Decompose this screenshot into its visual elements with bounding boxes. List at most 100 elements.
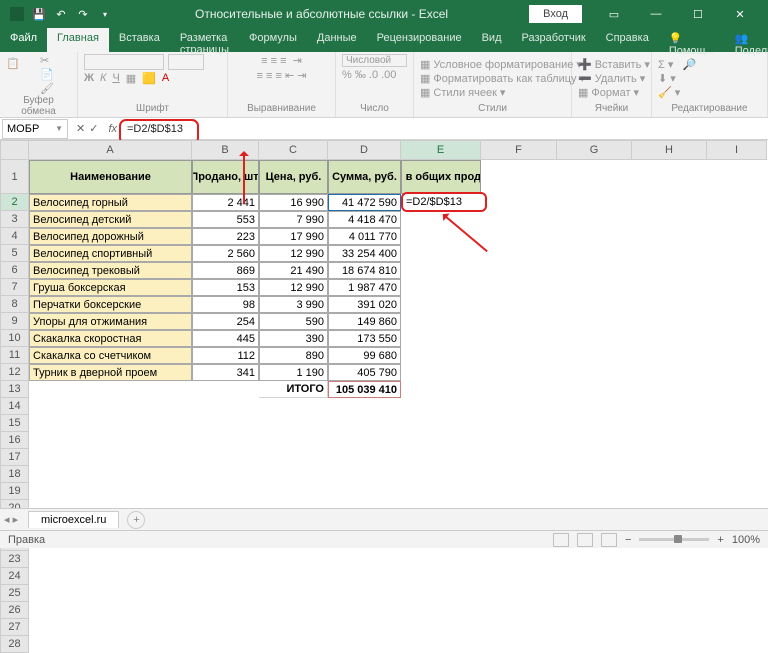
cell-sold[interactable]: 153	[192, 279, 259, 296]
cell-price[interactable]: 21 490	[259, 262, 328, 279]
cell-price[interactable]: 12 990	[259, 245, 328, 262]
row-header-1[interactable]: 1	[0, 160, 29, 194]
header-sold[interactable]: Продано, шт.	[192, 160, 259, 194]
autosum[interactable]: Σ ▾ 🔎	[658, 58, 696, 71]
undo-icon[interactable]: ↶	[52, 5, 70, 23]
row-header-5[interactable]: 5	[0, 245, 29, 262]
share-button[interactable]: 👥 Поделиться	[725, 28, 768, 52]
row-header-17[interactable]: 17	[0, 449, 29, 466]
col-header-F[interactable]: F	[481, 140, 557, 160]
formula-input[interactable]: =D2/$D$13	[121, 123, 768, 135]
cell-sum[interactable]: 405 790	[328, 364, 401, 381]
col-header-C[interactable]: C	[259, 140, 328, 160]
cell-sum[interactable]: 33 254 400	[328, 245, 401, 262]
row-header-7[interactable]: 7	[0, 279, 29, 296]
cell-sold[interactable]: 254	[192, 313, 259, 330]
clear[interactable]: 🧹 ▾	[658, 86, 696, 99]
cell-price[interactable]: 7 990	[259, 211, 328, 228]
tab-formulas[interactable]: Формулы	[239, 28, 307, 52]
cell-name[interactable]: Турник в дверной проем	[29, 364, 192, 381]
cell-name[interactable]: Скакалка скоростная	[29, 330, 192, 347]
delete-cells[interactable]: ➖ Удалить ▾	[578, 72, 650, 85]
tab-layout[interactable]: Разметка страницы	[170, 28, 239, 52]
tab-view[interactable]: Вид	[472, 28, 512, 52]
cell-price[interactable]: 590	[259, 313, 328, 330]
col-header-G[interactable]: G	[557, 140, 632, 160]
cell-sum[interactable]: 18 674 810	[328, 262, 401, 279]
total-value[interactable]: 105 039 410	[328, 381, 401, 398]
cancel-formula-icon[interactable]: ✕	[76, 122, 85, 135]
view-normal-icon[interactable]	[553, 533, 569, 547]
view-layout-icon[interactable]	[577, 533, 593, 547]
cell-price[interactable]: 3 990	[259, 296, 328, 313]
fill[interactable]: ⬇ ▾	[658, 72, 696, 85]
fill-color-icon[interactable]: 🟨	[142, 72, 156, 85]
redo-icon[interactable]: ↷	[74, 5, 92, 23]
tab-data[interactable]: Данные	[307, 28, 367, 52]
minimize-icon[interactable]: —	[636, 0, 676, 28]
name-box[interactable]: МОБР▼	[2, 119, 68, 139]
cell-price[interactable]: 890	[259, 347, 328, 364]
zoom-out[interactable]: −	[625, 534, 631, 546]
header-sum[interactable]: Сумма, руб.	[328, 160, 401, 194]
tab-home[interactable]: Главная	[47, 28, 109, 52]
tab-review[interactable]: Рецензирование	[367, 28, 472, 52]
cell-name[interactable]: Упоры для отжимания	[29, 313, 192, 330]
header-price[interactable]: Цена, руб.	[259, 160, 328, 194]
row-header-6[interactable]: 6	[0, 262, 29, 279]
insert-cells[interactable]: ➕ Вставить ▾	[578, 58, 650, 71]
row-header-11[interactable]: 11	[0, 347, 29, 364]
number-format-select[interactable]: Числовой	[342, 54, 407, 67]
ribbon-options-icon[interactable]: ▭	[594, 0, 634, 28]
header-share[interactable]: Доля в общих продажах	[401, 160, 481, 194]
conditional-formatting[interactable]: ▦ Условное форматирование ▾	[420, 58, 585, 71]
row-header-13[interactable]: 13	[0, 381, 29, 398]
total-label[interactable]: ИТОГО	[259, 381, 328, 398]
cell-sold[interactable]: 445	[192, 330, 259, 347]
enter-formula-icon[interactable]: ✓	[89, 122, 98, 135]
row-header-9[interactable]: 9	[0, 313, 29, 330]
cell-sum[interactable]: 149 860	[328, 313, 401, 330]
cell-sum[interactable]: 4 418 470	[328, 211, 401, 228]
col-header-D[interactable]: D	[328, 140, 401, 160]
tab-help[interactable]: Справка	[596, 28, 659, 52]
tab-file[interactable]: Файл	[0, 28, 47, 52]
format-as-table[interactable]: ▦ Форматировать как таблицу ▾	[420, 72, 585, 85]
row-header-4[interactable]: 4	[0, 228, 29, 245]
cell-sold[interactable]: 112	[192, 347, 259, 364]
col-header-A[interactable]: A	[29, 140, 192, 160]
sheet-tab-active[interactable]: microexcel.ru	[28, 511, 119, 528]
cell-sold[interactable]: 869	[192, 262, 259, 279]
col-header-I[interactable]: I	[707, 140, 767, 160]
col-header-H[interactable]: H	[632, 140, 707, 160]
cell-name[interactable]: Велосипед спортивный	[29, 245, 192, 262]
cell-sold[interactable]: 553	[192, 211, 259, 228]
cell-sum[interactable]: 4 011 770	[328, 228, 401, 245]
cell-sum[interactable]: 391 020	[328, 296, 401, 313]
row-header-2[interactable]: 2	[0, 194, 29, 211]
copy-icon[interactable]: 📄	[40, 68, 54, 81]
spreadsheet-grid[interactable]: ABCDEFGHI 123456789101112131415161718192…	[0, 140, 768, 506]
paste-icon[interactable]: 📋	[6, 57, 34, 93]
cell-price[interactable]: 1 190	[259, 364, 328, 381]
cell-sum[interactable]: 41 472 590	[328, 194, 401, 211]
row-header-3[interactable]: 3	[0, 211, 29, 228]
tell-me[interactable]: 💡 Помощ...	[659, 28, 725, 52]
format-painter-icon[interactable]: 🖌	[40, 82, 54, 95]
cell-price[interactable]: 17 990	[259, 228, 328, 245]
cell-name[interactable]: Велосипед детский	[29, 211, 192, 228]
new-sheet-button[interactable]: +	[127, 511, 145, 529]
font-color-icon[interactable]: A	[162, 72, 169, 85]
row-header-10[interactable]: 10	[0, 330, 29, 347]
row-header-23[interactable]: 23	[0, 551, 29, 568]
cell-sum[interactable]: 173 550	[328, 330, 401, 347]
cell-name[interactable]: Велосипед трековый	[29, 262, 192, 279]
cell-price[interactable]: 16 990	[259, 194, 328, 211]
cell-name[interactable]: Велосипед горный	[29, 194, 192, 211]
cell-styles[interactable]: ▦ Стили ячеек ▾	[420, 86, 585, 99]
zoom-in[interactable]: +	[717, 534, 723, 546]
col-header-B[interactable]: B	[192, 140, 259, 160]
col-header-E[interactable]: E	[401, 140, 481, 160]
cell-sold[interactable]: 98	[192, 296, 259, 313]
row-header-26[interactable]: 26	[0, 602, 29, 619]
